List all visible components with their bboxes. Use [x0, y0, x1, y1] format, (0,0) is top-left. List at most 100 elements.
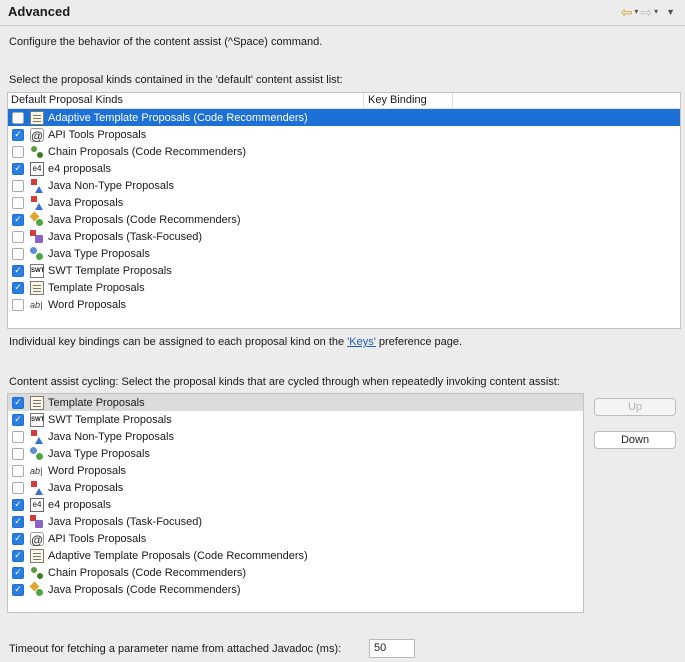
checkbox-checked[interactable]: ✓ — [12, 281, 24, 294]
list-item[interactable]: ✓ e4 e4 proposals — [8, 496, 583, 513]
checkbox-checked[interactable]: ✓ — [12, 264, 24, 277]
checkbox-checked[interactable]: ✓ — [12, 396, 24, 409]
checkbox-checked[interactable]: ✓ — [12, 162, 24, 175]
list-item-label: Java Type Proposals — [48, 247, 150, 260]
back-arrow-icon[interactable]: ⇦ — [621, 4, 633, 20]
nav-toolbar: ⇦ ▾ ⇨ ▾ ▼ — [621, 4, 675, 20]
list-item-label: Java Proposals (Task-Focused) — [48, 515, 203, 528]
cycling-caption: Content assist cycling: Select the propo… — [9, 376, 560, 388]
java-recommenders-icon — [30, 213, 44, 227]
list-item[interactable]: Java Non-Type Proposals — [8, 177, 680, 194]
checkbox-checked[interactable]: ✓ — [12, 532, 24, 545]
checkbox-unchecked[interactable] — [12, 481, 24, 494]
template-icon — [30, 548, 44, 563]
keys-preference-link[interactable]: 'Keys' — [347, 336, 376, 348]
list-item[interactable]: Java Type Proposals — [8, 445, 583, 462]
list-item-label: Java Non-Type Proposals — [48, 430, 174, 443]
list-item-label: Java Proposals (Code Recommenders) — [48, 583, 241, 596]
swt-icon: SWT — [30, 412, 44, 427]
intro-text: Configure the behavior of the content as… — [9, 36, 323, 48]
list-item-label: Java Non-Type Proposals — [48, 179, 174, 192]
checkbox-unchecked[interactable] — [12, 111, 24, 124]
list-item[interactable]: ab| Word Proposals — [8, 462, 583, 479]
list-item[interactable]: ✓ Java Proposals (Task-Focused) — [8, 513, 583, 530]
list-item-label: Word Proposals — [48, 298, 127, 311]
list-item[interactable]: Java Proposals — [8, 194, 680, 211]
list-item-label: e4 proposals — [48, 162, 111, 175]
list-item[interactable]: Chain Proposals (Code Recommenders) — [8, 143, 680, 160]
checkbox-unchecked[interactable] — [12, 447, 24, 460]
list-item-label: Template Proposals — [48, 281, 145, 294]
checkbox-unchecked[interactable] — [12, 145, 24, 158]
list-item-label: Word Proposals — [48, 464, 127, 477]
checkbox-unchecked[interactable] — [12, 298, 24, 311]
checkbox-unchecked[interactable] — [12, 247, 24, 260]
page-header: Advanced ⇦ ▾ ⇨ ▾ ▼ — [0, 0, 685, 26]
forward-arrow-icon[interactable]: ⇨ — [640, 4, 652, 20]
timeout-input[interactable]: 50 — [369, 639, 415, 658]
list-item[interactable]: Java Non-Type Proposals — [8, 428, 583, 445]
view-menu-icon[interactable]: ▼ — [666, 4, 675, 20]
list-item[interactable]: ab| Word Proposals — [8, 296, 680, 313]
checkbox-unchecked[interactable] — [12, 430, 24, 443]
list-item-label: API Tools Proposals — [48, 128, 147, 141]
down-button[interactable]: Down — [594, 431, 676, 449]
checkbox-checked[interactable]: ✓ — [12, 128, 24, 141]
list-item[interactable]: Adaptive Template Proposals (Code Recomm… — [8, 109, 680, 126]
list-item-label: Template Proposals — [48, 396, 145, 409]
list-item[interactable]: Java Proposals — [8, 479, 583, 496]
java-recommenders-icon — [30, 583, 44, 597]
list-item-label: Java Type Proposals — [48, 447, 150, 460]
template-icon — [30, 110, 44, 125]
list-item[interactable]: ✓ Java Proposals (Code Recommenders) — [8, 211, 680, 228]
page-title: Advanced — [8, 4, 71, 19]
list-item[interactable]: ✓ @ API Tools Proposals — [8, 530, 583, 547]
list-item[interactable]: Java Proposals (Task-Focused) — [8, 228, 680, 245]
list-item-label: Adaptive Template Proposals (Code Recomm… — [48, 549, 308, 562]
back-history-chevron-down-icon[interactable]: ▾ — [634, 4, 638, 20]
list-item-label: Java Proposals — [48, 196, 124, 209]
table-header: Default Proposal Kinds Key Binding — [8, 93, 680, 109]
java-icon — [30, 195, 44, 210]
template-icon — [30, 280, 44, 295]
default-proposal-kinds-table[interactable]: Default Proposal Kinds Key Binding Adapt… — [7, 92, 681, 329]
cycling-proposal-kinds-list[interactable]: ✓ Template Proposals ✓ SWT SWT Template Prop… — [7, 393, 584, 613]
list-item[interactable]: ✓ e4 e4 proposals — [8, 160, 680, 177]
forward-history-chevron-down-icon[interactable]: ▾ — [654, 4, 658, 20]
checkbox-checked[interactable]: ✓ — [12, 213, 24, 226]
checkbox-unchecked[interactable] — [12, 179, 24, 192]
checkbox-unchecked[interactable] — [12, 196, 24, 209]
list-item[interactable]: ✓ Chain Proposals (Code Recommenders) — [8, 564, 583, 581]
list-item[interactable]: ✓ Template Proposals — [8, 394, 583, 411]
list-item[interactable]: Java Type Proposals — [8, 245, 680, 262]
checkbox-unchecked[interactable] — [12, 464, 24, 477]
checkbox-checked[interactable]: ✓ — [12, 498, 24, 511]
java-icon — [30, 178, 44, 193]
column-header-key-binding[interactable]: Key Binding — [363, 93, 453, 108]
list-item[interactable]: ✓ SWT SWT Template Proposals — [8, 262, 680, 279]
list-item[interactable]: ✓ Template Proposals — [8, 279, 680, 296]
list-item[interactable]: ✓ SWT SWT Template Proposals — [8, 411, 583, 428]
checkbox-checked[interactable]: ✓ — [12, 566, 24, 579]
list-item-label: API Tools Proposals — [48, 532, 147, 545]
list-item-label: SWT Template Proposals — [48, 264, 172, 277]
list-item[interactable]: ✓ @ API Tools Proposals — [8, 126, 680, 143]
list-item-label: e4 proposals — [48, 498, 111, 511]
chain-icon — [30, 566, 44, 580]
keys-note-before: Individual key bindings can be assigned … — [9, 336, 348, 348]
timeout-label: Timeout for fetching a parameter name fr… — [9, 643, 342, 655]
checkbox-unchecked[interactable] — [12, 230, 24, 243]
checkbox-checked[interactable]: ✓ — [12, 515, 24, 528]
list-item[interactable]: ✓ Adaptive Template Proposals (Code Recom… — [8, 547, 583, 564]
at-icon: @ — [30, 531, 44, 547]
e4-icon: e4 — [30, 497, 44, 512]
checkbox-checked[interactable]: ✓ — [12, 413, 24, 426]
chain-icon — [30, 145, 44, 159]
list-item[interactable]: ✓ Java Proposals (Code Recommenders) — [8, 581, 583, 598]
up-button[interactable]: Up — [594, 398, 676, 416]
column-header-proposal-kinds[interactable]: Default Proposal Kinds — [11, 94, 123, 106]
keys-note: Individual key bindings can be assigned … — [9, 336, 462, 348]
list-item-label: Java Proposals — [48, 481, 124, 494]
checkbox-checked[interactable]: ✓ — [12, 583, 24, 596]
checkbox-checked[interactable]: ✓ — [12, 549, 24, 562]
